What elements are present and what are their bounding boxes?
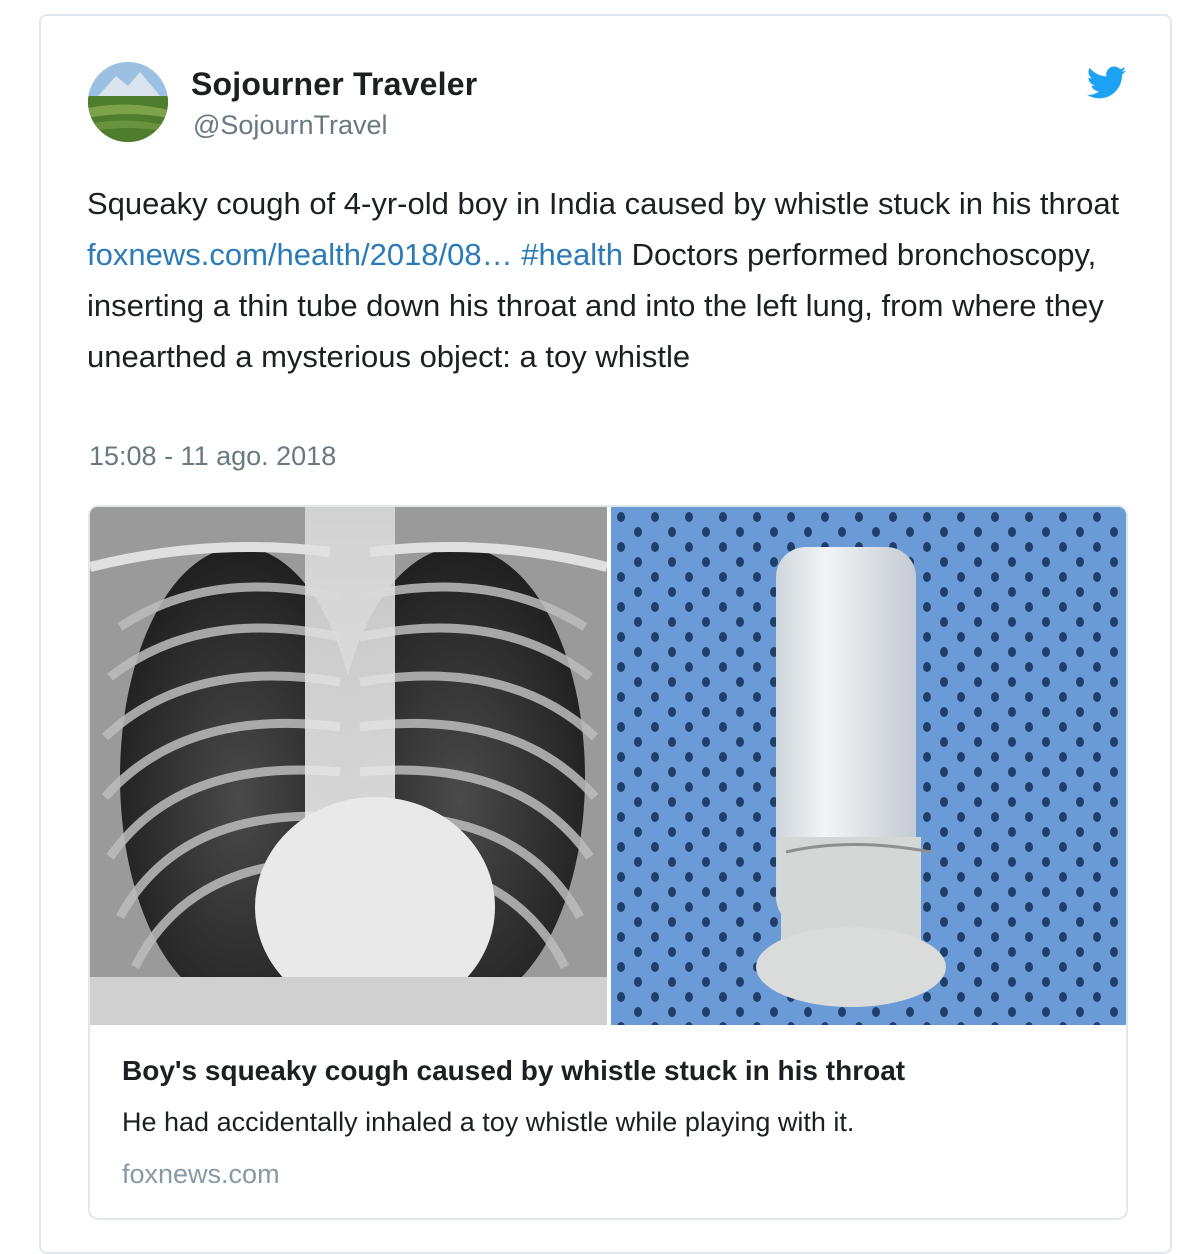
whistle-illustration	[611, 507, 1126, 1025]
tweet-text-body: Squeaky cough of 4-yr-old boy in India c…	[87, 186, 1120, 221]
xray-illustration	[90, 507, 607, 1025]
tweet-timestamp[interactable]: 15:08 - 11 ago. 2018	[89, 441, 336, 472]
hashtag-link[interactable]: #health	[521, 237, 623, 272]
card-description: He had accidentally inhaled a toy whistl…	[122, 1107, 855, 1137]
card-domain: foxnews.com	[122, 1159, 280, 1189]
author-name[interactable]: Sojourner Traveler	[191, 66, 477, 103]
card-images[interactable]	[90, 507, 1126, 1025]
card-title[interactable]: Boy's squeaky cough caused by whistle st…	[122, 1055, 905, 1087]
link-preview-card[interactable]: Boy's squeaky cough caused by whistle st…	[88, 505, 1128, 1220]
tweet-link[interactable]: foxnews.com/health/2018/08…	[87, 237, 513, 272]
author-handle[interactable]: @SojournTravel	[193, 110, 387, 141]
whistle-image	[611, 507, 1126, 1025]
avatar-image	[88, 62, 168, 142]
tweet-text: Squeaky cough of 4-yr-old boy in India c…	[87, 178, 1127, 382]
avatar[interactable]	[88, 62, 168, 142]
tweet-card: Sojourner Traveler @SojournTravel Squeak…	[39, 14, 1172, 1254]
twitter-bird-icon[interactable]	[1087, 66, 1127, 100]
xray-image	[90, 507, 607, 1025]
